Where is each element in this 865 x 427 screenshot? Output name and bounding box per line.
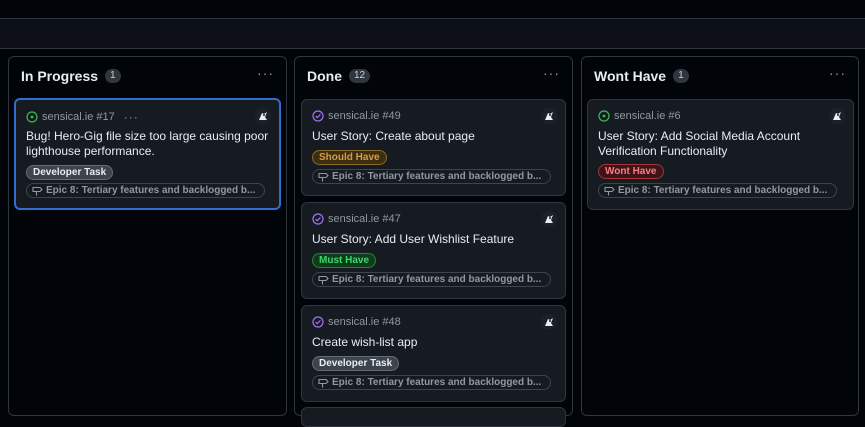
card-meta: sensical.ie #6 <box>598 110 681 122</box>
epic-field[interactable]: Epic 8: Tertiary features and backlogged… <box>312 169 551 184</box>
column-header: Wont Have 1 <box>594 68 689 84</box>
epic-field[interactable]: Epic 8: Tertiary features and backlogged… <box>312 272 551 287</box>
open-issue-icon <box>598 110 610 122</box>
column-title: Wont Have <box>594 68 667 84</box>
card-menu-icon[interactable]: ··· <box>124 110 139 124</box>
avatar-icon <box>541 108 557 124</box>
avatar[interactable] <box>541 314 557 330</box>
card-repo[interactable]: sensical.ie #6 <box>614 110 681 122</box>
card-repo[interactable]: sensical.ie #48 <box>328 316 401 328</box>
column-count: 12 <box>349 69 371 83</box>
card-title[interactable]: Bug! Hero-Gig file size too large causin… <box>26 129 269 159</box>
milestone-icon <box>318 378 329 387</box>
column-header: In Progress 1 <box>21 68 121 84</box>
column-title: In Progress <box>21 68 99 84</box>
avatar[interactable] <box>541 211 557 227</box>
epic-text: Epic 8: Tertiary features and backlogged… <box>332 377 542 388</box>
avatar[interactable] <box>541 108 557 124</box>
epic-text: Epic 8: Tertiary features and backlogged… <box>332 171 542 182</box>
epic-field[interactable]: Epic 8: Tertiary features and backlogged… <box>26 183 265 198</box>
issue-card[interactable]: sensical.ie #47 User Story: Add User Wis… <box>301 202 566 299</box>
top-toolbar <box>0 18 865 49</box>
issue-card[interactable]: sensical.ie #49 User Story: Create about… <box>301 99 566 196</box>
card-repo[interactable]: sensical.ie #17 <box>42 111 115 123</box>
column-header: Done 12 <box>307 68 371 84</box>
closed-issue-icon <box>312 316 324 328</box>
milestone-icon <box>32 186 43 195</box>
label-badge[interactable]: Should Have <box>312 150 387 165</box>
card-title[interactable]: Create wish-list app <box>312 335 555 350</box>
column-menu-icon[interactable]: ··· <box>257 66 274 80</box>
epic-text: Epic 8: Tertiary features and backlogged… <box>618 185 828 196</box>
label-badge[interactable]: Wont Have <box>598 164 664 179</box>
issue-card[interactable]: sensical.ie #17 ··· Bug! Hero-Gig file s… <box>14 98 281 210</box>
column-count: 1 <box>673 69 689 83</box>
epic-field[interactable]: Epic 8: Tertiary features and backlogged… <box>598 183 837 198</box>
label-badge[interactable]: Must Have <box>312 253 377 268</box>
milestone-icon <box>318 172 329 181</box>
issue-card[interactable]: sensical.ie #6 User Story: Add Social Me… <box>587 99 854 210</box>
label-badge[interactable]: Developer Task <box>312 356 400 371</box>
card-repo[interactable]: sensical.ie #49 <box>328 110 401 122</box>
epic-text: Epic 8: Tertiary features and backlogged… <box>46 185 256 196</box>
epic-text: Epic 8: Tertiary features and backlogged… <box>332 274 542 285</box>
open-issue-icon <box>26 111 38 123</box>
milestone-icon <box>318 275 329 284</box>
column-wont-have: Wont Have 1 ··· sensical.ie #6 User Stor… <box>581 56 859 416</box>
avatar[interactable] <box>255 108 271 124</box>
column-count: 1 <box>105 69 121 83</box>
column-title: Done <box>307 68 342 84</box>
issue-card[interactable] <box>301 407 566 427</box>
card-meta: sensical.ie #48 <box>312 316 401 328</box>
card-title[interactable]: User Story: Add User Wishlist Feature <box>312 232 555 247</box>
milestone-icon <box>604 186 615 195</box>
column-menu-icon[interactable]: ··· <box>543 66 560 80</box>
card-title[interactable]: User Story: Create about page <box>312 129 555 144</box>
avatar[interactable] <box>829 108 845 124</box>
closed-issue-icon <box>312 110 324 122</box>
card-title[interactable]: User Story: Add Social Media Account Ver… <box>598 129 843 159</box>
column-done: Done 12 ··· sensical.ie #49 User Story: … <box>294 56 573 427</box>
avatar-icon <box>255 108 271 124</box>
closed-issue-icon <box>312 213 324 225</box>
label-badge[interactable]: Developer Task <box>26 165 114 180</box>
issue-card[interactable]: sensical.ie #48 Create wish-list app Dev… <box>301 305 566 402</box>
epic-field[interactable]: Epic 8: Tertiary features and backlogged… <box>312 375 551 390</box>
card-meta: sensical.ie #17 ··· <box>26 110 139 124</box>
card-meta: sensical.ie #47 <box>312 213 401 225</box>
card-repo[interactable]: sensical.ie #47 <box>328 213 401 225</box>
column-in-progress: In Progress 1 ··· sensical.ie #17 ··· Bu… <box>8 56 287 416</box>
avatar-icon <box>829 108 845 124</box>
avatar-icon <box>541 314 557 330</box>
avatar-icon <box>541 211 557 227</box>
card-meta: sensical.ie #49 <box>312 110 401 122</box>
column-menu-icon[interactable]: ··· <box>829 66 846 80</box>
